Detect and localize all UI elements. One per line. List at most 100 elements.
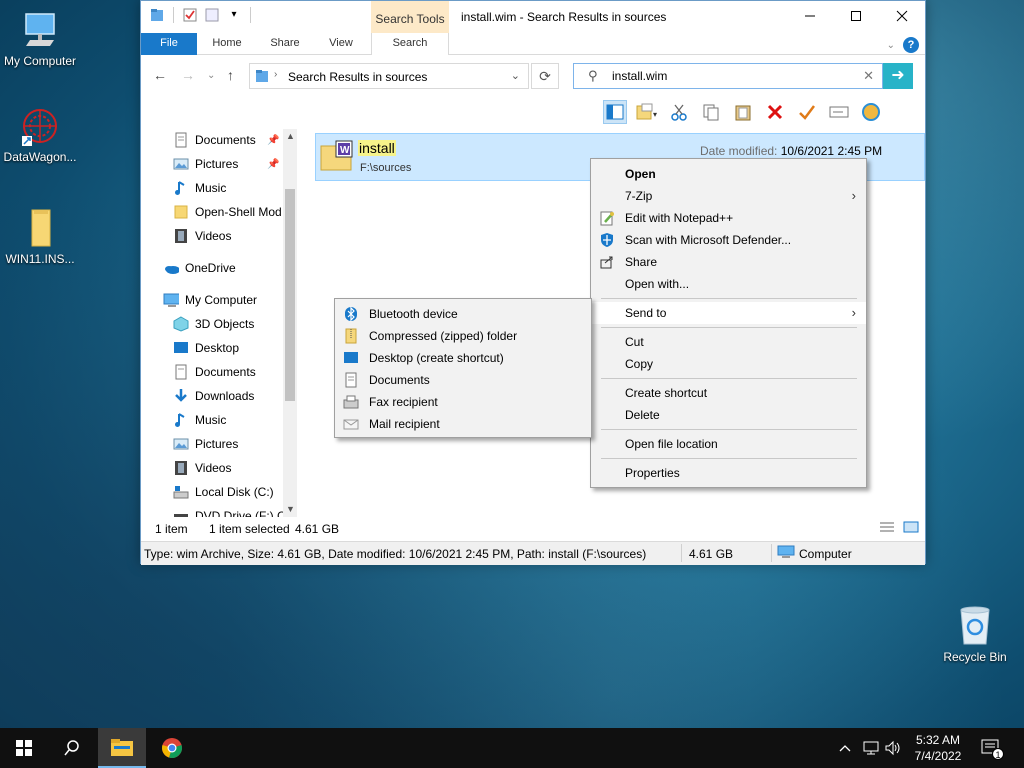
folder-small-icon[interactable] — [149, 7, 165, 23]
new-folder-icon[interactable] — [204, 7, 220, 23]
menu-item-open-file-location[interactable]: Open file location — [591, 433, 866, 455]
recent-locations-button[interactable]: ⌄ — [207, 70, 215, 81]
file-modified-label: Date modified: — [700, 144, 778, 158]
delete-icon[interactable] — [763, 100, 787, 124]
check-icon[interactable] — [795, 100, 819, 124]
menu-item-send-to[interactable]: Send to › — [591, 302, 866, 324]
menu-item-7zip[interactable]: 7-Zip › — [591, 185, 866, 207]
menu-item-cut[interactable]: Cut — [591, 331, 866, 353]
menu-item-delete[interactable]: Delete — [591, 404, 866, 426]
action-center-button[interactable]: 1 — [980, 738, 1004, 761]
menu-item-create-shortcut[interactable]: Create shortcut — [591, 382, 866, 404]
nav-item-3d-objects[interactable]: 3D Objects — [173, 313, 297, 335]
up-button[interactable]: ↑ — [227, 67, 234, 83]
scrollbar-thumb[interactable] — [285, 189, 295, 401]
scroll-up-icon[interactable]: ▲ — [286, 131, 295, 141]
sendto-item-fax[interactable]: Fax recipient — [335, 391, 591, 413]
forward-button[interactable]: → — [181, 67, 195, 83]
details-info: Type: wim Archive, Size: 4.61 GB, Date m… — [144, 547, 647, 561]
taskbar-file-explorer[interactable] — [98, 728, 146, 768]
menu-item-open-with[interactable]: Open with... — [591, 273, 866, 295]
rename-icon[interactable] — [827, 100, 851, 124]
desktop-icon-recycle-bin[interactable]: Recycle Bin — [935, 602, 1015, 664]
start-button[interactable] — [0, 728, 48, 768]
nav-item-open-shell[interactable]: Open-Shell Mod — [173, 201, 297, 223]
tab-view[interactable]: View — [319, 33, 363, 55]
tab-search[interactable]: Search — [371, 33, 449, 55]
pin-icon[interactable]: 📌 — [267, 159, 279, 170]
shell-icon[interactable] — [859, 100, 883, 124]
tab-file[interactable]: File — [141, 33, 197, 55]
preview-pane-icon[interactable] — [603, 100, 627, 124]
customize-qat-icon[interactable]: ▾ — [226, 7, 242, 23]
sendto-item-desktop[interactable]: Desktop (create shortcut) — [335, 347, 591, 369]
nav-item-music-quick[interactable]: Music — [173, 177, 297, 199]
clear-search-icon[interactable]: ✕ — [863, 68, 874, 84]
large-icons-view-button[interactable] — [903, 521, 919, 536]
nav-item-documents-quick[interactable]: Documents 📌 — [173, 129, 297, 151]
nav-item-music[interactable]: Music — [173, 409, 297, 431]
nav-item-onedrive[interactable]: OneDrive — [163, 257, 297, 279]
refresh-button[interactable]: ⟳ — [531, 63, 559, 89]
expand-ribbon-icon[interactable]: ⌄ — [887, 40, 895, 51]
nav-item-my-computer[interactable]: My Computer — [163, 289, 297, 311]
help-icon[interactable]: ? — [903, 37, 919, 53]
chevron-down-icon[interactable]: ⌄ — [511, 69, 520, 82]
taskbar-chrome[interactable] — [148, 728, 196, 768]
close-button[interactable] — [879, 1, 925, 31]
search-go-button[interactable]: ➜ — [883, 63, 913, 89]
sendto-item-zip[interactable]: Compressed (zipped) folder — [335, 325, 591, 347]
maximize-button[interactable] — [833, 1, 879, 31]
view-options-icon[interactable]: ▾ — [635, 100, 659, 124]
menu-item-scan-defender[interactable]: Scan with Microsoft Defender... — [591, 229, 866, 251]
desktop-icon-datawagon[interactable]: DataWagon... — [0, 106, 80, 164]
address-box[interactable]: › Search Results in sources ⌄ — [249, 63, 529, 89]
nav-item-documents[interactable]: Documents — [173, 361, 297, 383]
menu-item-open[interactable]: Open — [591, 163, 866, 185]
cut-icon[interactable] — [667, 100, 691, 124]
clock-date: 7/4/2022 — [914, 749, 962, 763]
taskbar-clock[interactable]: 5:32 AM 7/4/2022 — [900, 732, 976, 764]
menu-item-copy[interactable]: Copy — [591, 353, 866, 375]
minimize-button[interactable] — [787, 1, 833, 31]
tab-home[interactable]: Home — [203, 33, 251, 55]
nav-item-videos-quick[interactable]: Videos — [173, 225, 297, 247]
search-input[interactable] — [612, 69, 842, 83]
nav-item-downloads[interactable]: Downloads — [173, 385, 297, 407]
copy-icon[interactable] — [699, 100, 723, 124]
nav-item-dvd-drive[interactable]: DVD Drive (F:) C( — [173, 505, 297, 517]
chevron-right-icon[interactable]: › — [274, 69, 277, 80]
nav-item-videos[interactable]: Videos — [173, 457, 297, 479]
menu-item-properties[interactable]: Properties — [591, 462, 866, 484]
desktop-icon-my-computer[interactable]: My Computer — [0, 10, 80, 68]
tab-share[interactable]: Share — [263, 33, 307, 55]
maximize-icon — [851, 11, 861, 21]
search-box[interactable]: ⚲ ✕ — [573, 63, 883, 89]
nav-pane-scrollbar[interactable]: ▲ ▼ — [283, 129, 297, 517]
sendto-item-documents[interactable]: Documents — [335, 369, 591, 391]
network-button[interactable] — [862, 728, 880, 768]
menu-item-edit-notepadpp[interactable]: Edit with Notepad++ — [591, 207, 866, 229]
sendto-item-bluetooth[interactable]: Bluetooth device — [335, 303, 591, 325]
paste-icon[interactable] — [731, 100, 755, 124]
properties-icon[interactable] — [182, 7, 198, 23]
network-icon — [863, 741, 879, 755]
search-button[interactable] — [48, 728, 96, 768]
details-view-button[interactable] — [879, 521, 895, 536]
context-menu: Open 7-Zip › Edit with Notepad++ Scan wi… — [590, 158, 867, 488]
scroll-down-icon[interactable]: ▼ — [286, 504, 295, 514]
nav-item-local-disk[interactable]: Local Disk (C:) — [173, 481, 297, 503]
menu-item-share[interactable]: Share — [591, 251, 866, 273]
show-hidden-icons-button[interactable] — [838, 728, 852, 768]
nav-item-desktop[interactable]: Desktop — [173, 337, 297, 359]
menu-separator — [601, 327, 857, 328]
sendto-item-mail[interactable]: Mail recipient — [335, 413, 591, 435]
nav-item-pictures[interactable]: Pictures — [173, 433, 297, 455]
desktop-icon-win11[interactable]: WIN11.INS... — [0, 208, 80, 266]
nav-label: Videos — [195, 229, 232, 243]
search-icon — [64, 740, 79, 756]
back-button[interactable]: ← — [153, 67, 167, 83]
pin-icon[interactable]: 📌 — [267, 135, 279, 146]
nav-item-pictures-quick[interactable]: Pictures 📌 — [173, 153, 297, 175]
desktop-icon — [344, 352, 358, 363]
